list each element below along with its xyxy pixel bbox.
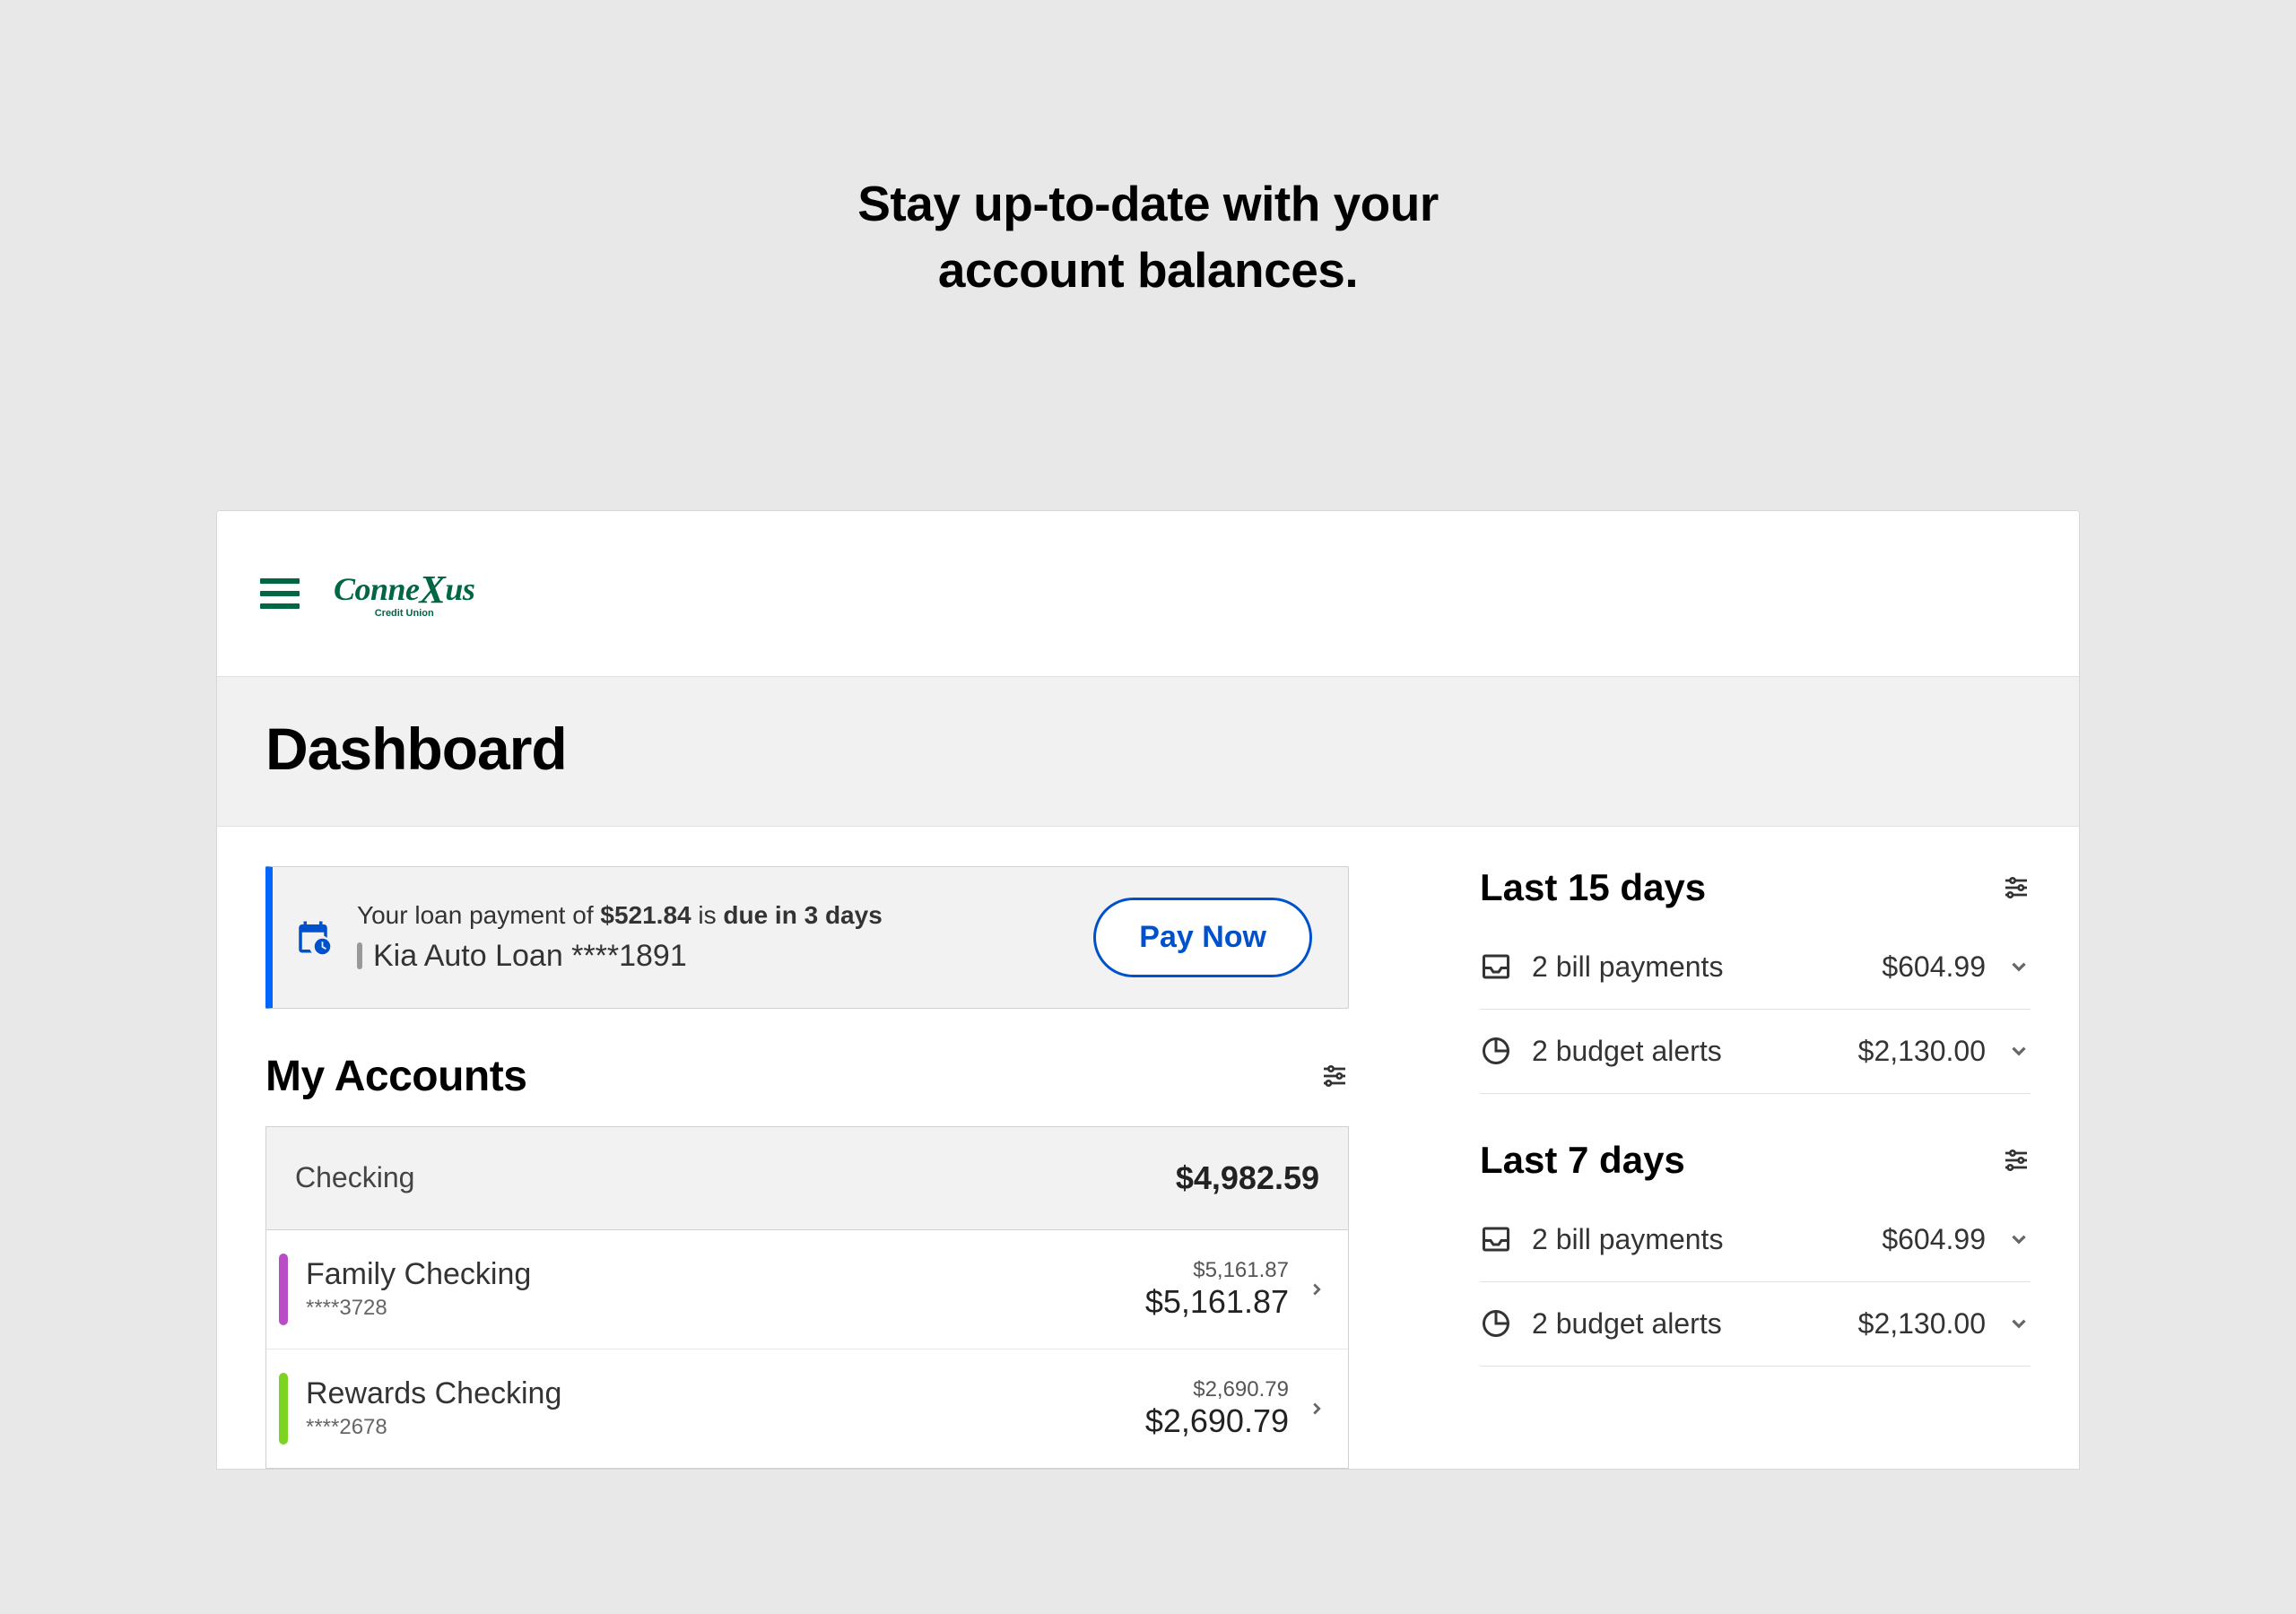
chevron-right-icon	[1307, 1399, 1326, 1419]
inbox-icon	[1480, 950, 1512, 983]
inbox-icon	[1480, 1223, 1512, 1255]
chevron-down-icon	[2007, 1228, 2031, 1251]
page-title: Dashboard	[265, 715, 2031, 783]
brand-logo[interactable]: ConneXus Credit Union	[334, 568, 474, 619]
summary-section-7days: Last 7 days 2 bill payments	[1480, 1139, 2031, 1367]
summary-title: Last 15 days	[1480, 866, 1706, 909]
summary-header: Last 7 days	[1480, 1139, 2031, 1182]
account-info: Rewards Checking ****2678	[306, 1376, 1145, 1440]
account-group-header: Checking $4,982.59	[266, 1127, 1348, 1230]
account-balances: $5,161.87 $5,161.87	[1145, 1258, 1289, 1321]
hero-line1: Stay up-to-date with your	[857, 176, 1439, 231]
summary-row-budget[interactable]: 2 budget alerts $2,130.00	[1480, 1010, 2031, 1094]
content-area: Your loan payment of $521.84 is due in 3…	[217, 827, 2079, 1469]
filter-settings-icon[interactable]	[2002, 873, 2031, 902]
account-name: Family Checking	[306, 1257, 1145, 1292]
summary-amount: $2,130.00	[1858, 1307, 1986, 1341]
pay-now-button[interactable]: Pay Now	[1093, 898, 1312, 977]
summary-row-bills[interactable]: 2 bill payments $604.99	[1480, 1198, 2031, 1282]
summary-header: Last 15 days	[1480, 866, 2031, 909]
summary-section-15days: Last 15 days 2 bill payments	[1480, 866, 2031, 1094]
hero-heading: Stay up-to-date with your account balanc…	[857, 170, 1439, 304]
hero-line2: account balances.	[938, 242, 1358, 298]
account-row[interactable]: Family Checking ****3728 $5,161.87 $5,16…	[266, 1230, 1348, 1349]
current-balance: $2,690.79	[1145, 1402, 1289, 1440]
pie-chart-icon	[1480, 1035, 1512, 1067]
pie-chart-icon	[1480, 1307, 1512, 1340]
filter-settings-icon[interactable]	[1320, 1062, 1349, 1090]
app-header: ConneXus Credit Union	[217, 511, 2079, 677]
alert-account: Kia Auto Loan ****1891	[357, 939, 1093, 974]
account-mask: ****3728	[306, 1296, 1145, 1321]
my-accounts-title: My Accounts	[265, 1052, 526, 1101]
summary-amount: $2,130.00	[1858, 1035, 1986, 1068]
available-balance: $5,161.87	[1145, 1258, 1289, 1283]
logo-text: ConneXus	[334, 568, 474, 607]
chevron-down-icon	[2007, 1312, 2031, 1335]
account-color-marker	[279, 1254, 288, 1325]
filter-settings-icon[interactable]	[2002, 1146, 2031, 1175]
current-balance: $5,161.87	[1145, 1283, 1289, 1321]
summary-row-budget[interactable]: 2 budget alerts $2,130.00	[1480, 1282, 2031, 1367]
available-balance: $2,690.79	[1145, 1377, 1289, 1402]
my-accounts-header: My Accounts	[265, 1052, 1349, 1101]
summary-label: 2 budget alerts	[1532, 1307, 1858, 1341]
account-row[interactable]: Rewards Checking ****2678 $2,690.79 $2,6…	[266, 1349, 1348, 1468]
payment-alert-card: Your loan payment of $521.84 is due in 3…	[265, 866, 1349, 1009]
summary-label: 2 budget alerts	[1532, 1035, 1858, 1068]
summary-amount: $604.99	[1882, 1223, 1986, 1256]
summary-amount: $604.99	[1882, 950, 1986, 984]
alert-body: Your loan payment of $521.84 is due in 3…	[357, 901, 1093, 974]
account-color-marker	[279, 1373, 288, 1445]
account-name: Rewards Checking	[306, 1376, 1145, 1411]
account-info: Family Checking ****3728	[306, 1257, 1145, 1321]
group-name: Checking	[295, 1161, 414, 1194]
summary-row-bills[interactable]: 2 bill payments $604.99	[1480, 925, 2031, 1010]
group-total: $4,982.59	[1176, 1159, 1319, 1197]
alert-message: Your loan payment of $521.84 is due in 3…	[357, 901, 1093, 930]
chevron-down-icon	[2007, 955, 2031, 978]
summary-label: 2 bill payments	[1532, 1223, 1882, 1256]
account-balances: $2,690.79 $2,690.79	[1145, 1377, 1289, 1440]
hamburger-menu-icon[interactable]	[260, 578, 300, 609]
calendar-clock-icon	[294, 918, 332, 956]
chevron-down-icon	[2007, 1039, 2031, 1063]
summary-title: Last 7 days	[1480, 1139, 1685, 1182]
app-window: ConneXus Credit Union Dashboard Your loa…	[216, 510, 2080, 1470]
left-column: Your loan payment of $521.84 is due in 3…	[265, 866, 1349, 1469]
account-mask: ****2678	[306, 1415, 1145, 1440]
right-column: Last 15 days 2 bill payments	[1480, 866, 2031, 1469]
accounts-table: Checking $4,982.59 Family Checking ****3…	[265, 1126, 1349, 1469]
summary-label: 2 bill payments	[1532, 950, 1882, 984]
chevron-right-icon	[1307, 1280, 1326, 1299]
page-title-bar: Dashboard	[217, 677, 2079, 827]
